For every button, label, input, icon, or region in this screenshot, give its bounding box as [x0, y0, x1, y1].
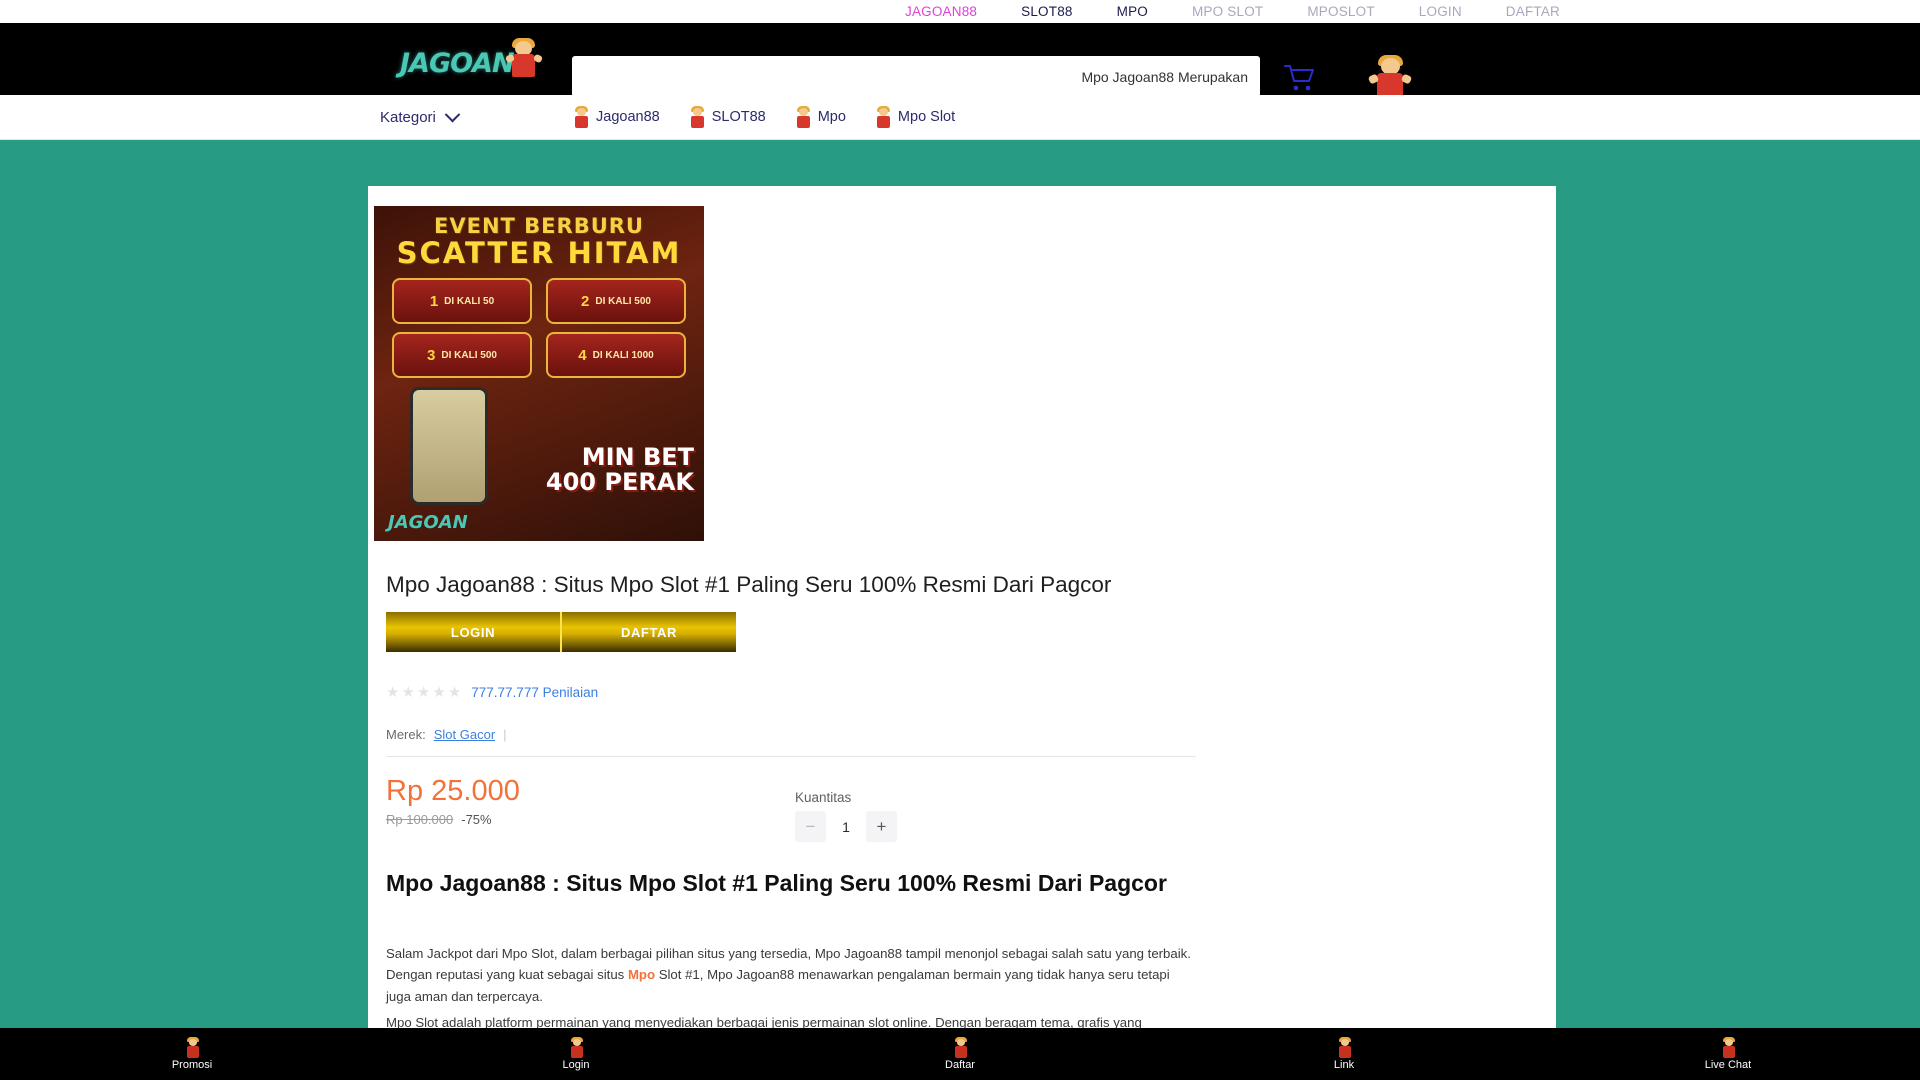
- mascot-icon: [1337, 1036, 1352, 1058]
- catnav-item-label: Mpo Slot: [897, 109, 956, 125]
- bottom-nav-label: Live Chat: [1704, 1058, 1752, 1071]
- quantity-value[interactable]: 1: [828, 819, 864, 835]
- promo-minbet: MIN BET 400 PERAK: [545, 442, 694, 496]
- promo-chip-num: 2: [581, 292, 590, 310]
- mascot-icon: [504, 38, 543, 79]
- mascot-icon: [874, 105, 891, 128]
- promo-chips: 1 DI KALI 50 2 DI KALI 500 3 DI KALI 500…: [392, 278, 686, 378]
- top-utility-bar: JAGOAN88 SLOT88 MPO MPO SLOT MPOSLOT LOG…: [0, 0, 1920, 23]
- mascot-icon: [569, 1036, 584, 1058]
- brand-link[interactable]: Slot Gacor: [434, 727, 495, 742]
- promo-title-line1: EVENT BERBURU: [434, 214, 644, 238]
- shopping-cart-icon[interactable]: [1283, 63, 1317, 93]
- description-paragraph-1: Salam Jackpot dari Mpo Slot, dalam berba…: [386, 943, 1196, 1007]
- chevron-down-icon: [444, 106, 461, 122]
- rating-count-link[interactable]: 777.77.777 Penilaian: [471, 685, 598, 700]
- promo-minbet-line2: 400 PERAK: [545, 467, 694, 496]
- promo-minbet-line1: MIN BET: [581, 442, 694, 471]
- mascot-icon: [1721, 1036, 1736, 1058]
- desc-p1-highlight[interactable]: Mpo: [628, 967, 655, 982]
- kategori-dropdown[interactable]: Kategori: [380, 106, 461, 126]
- promo-chip: 1 DI KALI 50: [392, 278, 532, 324]
- bottom-nav-item-login[interactable]: Login: [384, 1036, 768, 1071]
- price-secondary: Rp 100.000 -75%: [386, 812, 492, 827]
- promo-chip: 4 DI KALI 1000: [546, 332, 686, 378]
- rating-row: ★ ★ ★ ★ ★ 777.77.777 Penilaian: [386, 685, 598, 700]
- discount-badge: -75%: [461, 812, 492, 827]
- mascot-icon: [794, 105, 811, 128]
- bottom-nav: Promosi Login Daftar Link Live Chat: [0, 1028, 1920, 1080]
- bottom-nav-item-daftar[interactable]: Daftar: [768, 1036, 1152, 1071]
- bottom-nav-item-link[interactable]: Link: [1152, 1036, 1536, 1071]
- catnav-item-jagoan88[interactable]: Jagoan88: [572, 105, 660, 128]
- promo-chip: 3 DI KALI 500: [392, 332, 532, 378]
- mascot-icon: [688, 105, 705, 128]
- topbar-link-login[interactable]: LOGIN: [1419, 4, 1462, 19]
- kategori-label: Kategori: [380, 108, 436, 126]
- star-rating-icons: ★ ★ ★ ★ ★: [386, 685, 461, 700]
- mascot-icon: [185, 1036, 200, 1058]
- site-header: JAGOAN Mpo Jagoan88 Merupakan: [0, 23, 1920, 100]
- promo-chip-text: DI KALI 500: [595, 295, 651, 307]
- promo-chip-text: DI KALI 1000: [592, 349, 654, 361]
- catnav-item-label: Mpo: [817, 109, 846, 125]
- topbar-link-mposlot[interactable]: MPOSLOT: [1307, 4, 1374, 19]
- quantity-label: Kuantitas: [795, 790, 852, 805]
- quantity-stepper: Kuantitas − 1 +: [795, 790, 897, 842]
- promo-chip: 2 DI KALI 500: [546, 278, 686, 324]
- auth-button-group: LOGIN DAFTAR: [386, 612, 736, 652]
- logo-text: JAGOAN: [400, 48, 515, 79]
- brand-separator: |: [503, 727, 507, 742]
- promo-chip-text: DI KALI 500: [441, 349, 497, 361]
- daftar-button[interactable]: DAFTAR: [560, 612, 736, 652]
- topbar-link-slot88[interactable]: SLOT88: [1021, 4, 1072, 19]
- bottom-nav-label: Daftar: [945, 1058, 975, 1071]
- bottom-nav-label: Promosi: [171, 1058, 213, 1071]
- product-image[interactable]: EVENT BERBURU SCATTER HITAM 1 DI KALI 50…: [374, 206, 704, 541]
- bottom-nav-label: Link: [1333, 1058, 1355, 1071]
- quantity-increment-button[interactable]: +: [866, 811, 897, 842]
- catnav-item-label: Jagoan88: [596, 109, 660, 125]
- star-icon: ★: [386, 684, 400, 701]
- search-input[interactable]: Mpo Jagoan88 Merupakan: [572, 56, 1260, 97]
- category-links: Jagoan88 SLOT88 Mpo Mpo Slot: [572, 105, 956, 128]
- promo-chip-text: DI KALI 50: [444, 295, 495, 307]
- brand-label: Merek:: [386, 727, 426, 742]
- brand-row: Merek: Slot Gacor |: [386, 727, 507, 742]
- promo-chip-num: 1: [429, 292, 439, 310]
- star-icon: ★: [432, 684, 446, 701]
- description-heading: Mpo Jagoan88 : Situs Mpo Slot #1 Paling …: [386, 870, 1167, 896]
- price-current: Rp 25.000: [386, 775, 520, 807]
- divider: [386, 756, 1196, 757]
- page-title: Mpo Jagoan88 : Situs Mpo Slot #1 Paling …: [386, 572, 1112, 597]
- catnav-item-slot88[interactable]: SLOT88: [688, 105, 766, 128]
- promo-phone-graphic: [410, 387, 488, 505]
- topbar-link-mpo-slot[interactable]: MPO SLOT: [1192, 4, 1263, 19]
- quantity-controls: − 1 +: [795, 811, 897, 842]
- site-logo[interactable]: JAGOAN: [400, 38, 543, 79]
- star-icon: ★: [401, 684, 415, 701]
- quantity-decrement-button[interactable]: −: [795, 811, 826, 842]
- star-icon: ★: [447, 684, 462, 701]
- bottom-nav-item-promosi[interactable]: Promosi: [0, 1036, 384, 1071]
- mascot-icon: [572, 105, 589, 128]
- topbar-link-jagoan88[interactable]: JAGOAN88: [905, 4, 977, 19]
- promo-chip-num: 3: [427, 346, 436, 364]
- bottom-nav-label: Login: [562, 1058, 590, 1071]
- promo-logo: JAGOAN: [388, 512, 468, 533]
- search-input-value: Mpo Jagoan88 Merupakan: [1081, 68, 1248, 85]
- bottom-nav-item-live-chat[interactable]: Live Chat: [1536, 1036, 1920, 1071]
- catnav-item-label: SLOT88: [711, 109, 766, 125]
- star-icon: ★: [416, 684, 431, 701]
- topbar-link-daftar[interactable]: DAFTAR: [1506, 4, 1560, 19]
- login-button[interactable]: LOGIN: [386, 612, 560, 652]
- mascot-icon: [953, 1036, 968, 1058]
- price-original: Rp 100.000: [386, 812, 454, 827]
- promo-chip-num: 4: [578, 346, 587, 364]
- promo-title-line2: SCATTER HITAM: [396, 236, 682, 270]
- category-nav: Kategori Jagoan88 SLOT88 Mpo Mpo Slot: [0, 95, 1920, 140]
- topbar-link-mpo[interactable]: MPO: [1117, 4, 1148, 19]
- catnav-item-mpo-slot[interactable]: Mpo Slot: [874, 105, 956, 128]
- catnav-item-mpo[interactable]: Mpo: [794, 105, 846, 128]
